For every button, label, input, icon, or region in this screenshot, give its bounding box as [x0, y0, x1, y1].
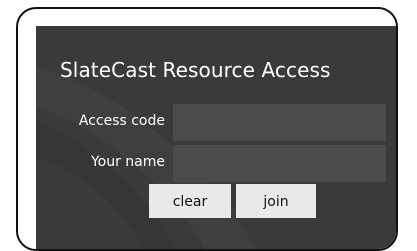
your-name-label: Your name — [90, 154, 165, 170]
access-panel: SlateCast Resource Access Access code Yo… — [36, 26, 396, 249]
page-title: SlateCast Resource Access — [60, 58, 331, 82]
access-code-input[interactable] — [173, 104, 386, 141]
access-code-label: Access code — [78, 113, 165, 129]
dialog-frame: SlateCast Resource Access Access code Yo… — [16, 7, 398, 251]
your-name-input[interactable] — [173, 145, 386, 182]
join-button[interactable]: join — [236, 184, 316, 218]
clear-button[interactable]: clear — [149, 184, 231, 218]
